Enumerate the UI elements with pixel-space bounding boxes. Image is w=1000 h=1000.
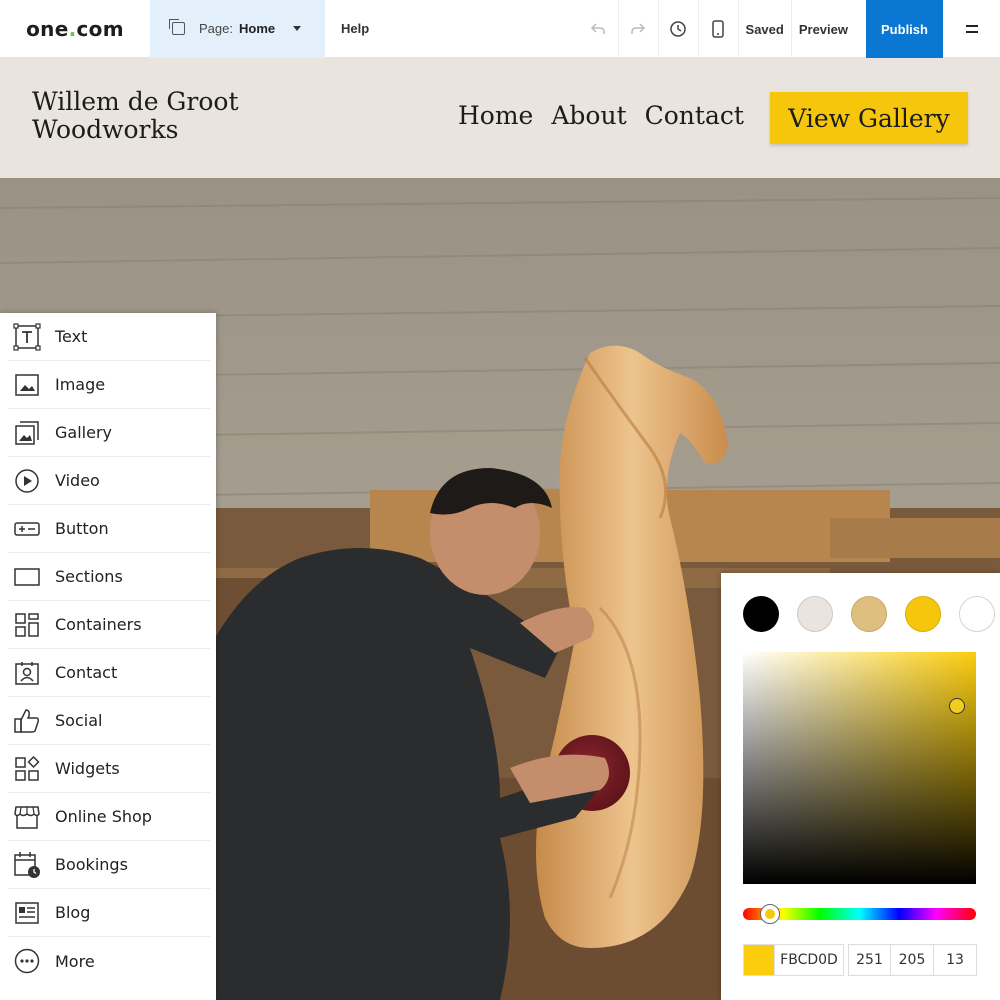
panel-item-label: Online Shop (55, 807, 152, 826)
publish-button[interactable]: Publish (866, 0, 943, 58)
site-title[interactable]: Willem de Groot Woodworks (32, 88, 239, 144)
widgets-icon (13, 755, 41, 783)
page-selector-label: Page: (199, 21, 233, 36)
thumbs-up-icon (13, 707, 41, 735)
shop-icon (13, 803, 41, 831)
hue-slider-handle[interactable] (760, 904, 780, 924)
gallery-icon (13, 419, 41, 447)
panel-item-label: Widgets (55, 759, 120, 778)
one-com-logo[interactable]: one. com (0, 0, 150, 58)
page-selector[interactable]: Page: Home (150, 0, 325, 58)
video-icon (13, 467, 41, 495)
more-icon (13, 947, 41, 975)
panel-item-social[interactable]: Social (8, 697, 210, 745)
saved-status: Saved (739, 0, 792, 58)
hex-input[interactable]: FBCD0D (775, 944, 844, 976)
hamburger-menu-icon[interactable] (943, 0, 1000, 58)
calendar-clock-icon (13, 851, 41, 879)
panel-item-label: Blog (55, 903, 91, 922)
panel-item-label: Sections (55, 567, 123, 586)
toolbar-actions: Saved Preview Publish (579, 0, 1000, 58)
site-header[interactable]: Willem de Groot Woodworks Home About Con… (0, 58, 1000, 178)
hue-slider[interactable] (743, 904, 976, 924)
nav-about[interactable]: About (551, 101, 626, 130)
panel-item-label: Containers (55, 615, 142, 634)
panel-item-label: Social (55, 711, 103, 730)
containers-icon (13, 611, 41, 639)
editor-window: one.com Page: Home Help Saved Preview P (0, 0, 1000, 1000)
color-value-inputs: FBCD0D 251 205 13 (743, 944, 977, 976)
blog-icon (13, 899, 41, 927)
swatch-light-beige[interactable] (797, 596, 833, 632)
logo-dot: . (68, 16, 77, 41)
panel-item-more[interactable]: More (8, 937, 210, 985)
redo-icon[interactable] (619, 0, 659, 58)
panel-item-image[interactable]: Image (8, 361, 210, 409)
panel-item-gallery[interactable]: Gallery (8, 409, 210, 457)
text-icon (13, 322, 41, 351)
site-nav: Home About Contact (458, 101, 744, 130)
color-picker-handle[interactable] (949, 698, 965, 714)
panel-item-blog[interactable]: Blog (8, 889, 210, 937)
logo-text-com: com (76, 16, 124, 41)
button-icon (13, 515, 41, 543)
mobile-view-icon[interactable] (699, 0, 739, 58)
site-title-line-1: Willem de Groot (32, 87, 239, 116)
panel-item-contact[interactable]: Contact (8, 649, 210, 697)
current-color-preview (743, 944, 775, 976)
help-button[interactable]: Help (341, 21, 369, 36)
panel-item-video[interactable]: Video (8, 457, 210, 505)
panel-item-label: Bookings (55, 855, 128, 874)
swatch-white[interactable] (959, 596, 995, 632)
saturation-brightness-field[interactable] (743, 652, 976, 884)
blue-input[interactable]: 13 (934, 944, 977, 976)
swatch-black[interactable] (743, 596, 779, 632)
panel-item-label: Video (55, 471, 100, 490)
nav-contact[interactable]: Contact (645, 101, 744, 130)
red-input[interactable]: 251 (848, 944, 891, 976)
editor-toolbar: one.com Page: Home Help Saved Preview P (0, 0, 1000, 58)
site-title-line-2: Woodworks (32, 115, 179, 144)
color-picker: FBCD0D 251 205 13 (721, 573, 1000, 1000)
panel-item-label: Gallery (55, 423, 112, 442)
history-icon[interactable] (659, 0, 699, 58)
add-element-panel: Text Image Gallery Video Button Sections… (0, 313, 216, 1000)
panel-item-sections[interactable]: Sections (8, 553, 210, 601)
pages-icon (169, 19, 185, 35)
swatch-yellow[interactable] (905, 596, 941, 632)
image-icon (13, 371, 41, 399)
color-swatches (743, 596, 995, 632)
sections-icon (13, 563, 41, 591)
contact-icon (13, 659, 41, 687)
panel-item-text[interactable]: Text (8, 313, 210, 361)
panel-item-label: Button (55, 519, 109, 538)
view-gallery-button[interactable]: View Gallery (770, 92, 968, 144)
green-input[interactable]: 205 (891, 944, 934, 976)
preview-button[interactable]: Preview (792, 0, 866, 58)
undo-icon[interactable] (579, 0, 619, 58)
chevron-down-icon (293, 26, 302, 31)
nav-home[interactable]: Home (458, 101, 533, 130)
panel-item-label: More (55, 951, 95, 971)
panel-item-label: Image (55, 375, 106, 394)
swatch-tan[interactable] (851, 596, 887, 632)
panel-item-widgets[interactable]: Widgets (8, 745, 210, 793)
panel-item-bookings[interactable]: Bookings (8, 841, 210, 889)
page-selector-value: Home (238, 21, 276, 36)
panel-item-label: Text (55, 327, 88, 346)
logo-text-one: one (26, 16, 69, 41)
panel-item-button[interactable]: Button (8, 505, 210, 553)
panel-item-containers[interactable]: Containers (8, 601, 210, 649)
panel-item-online-shop[interactable]: Online Shop (8, 793, 210, 841)
panel-item-label: Contact (55, 663, 118, 682)
